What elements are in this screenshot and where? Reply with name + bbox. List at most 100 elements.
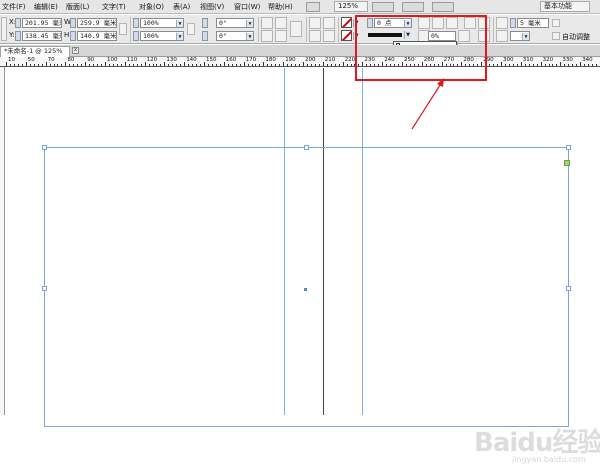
w-stepper[interactable]: [70, 18, 76, 28]
document-tab-bar: *未命名-1 @ 125% x: [0, 45, 600, 57]
ruler-minor-tick: [29, 64, 31, 66]
spacing-field[interactable]: 5 毫米: [517, 18, 549, 28]
height-field[interactable]: 140.9 毫米: [77, 31, 117, 41]
menu-table[interactable]: 表(A): [173, 2, 190, 12]
ruler-minor-tick: [346, 64, 348, 66]
scale-y-value: 100%: [143, 32, 159, 40]
rotate-ccw-icon[interactable]: [275, 17, 287, 29]
select-content-icon[interactable]: [323, 17, 335, 29]
corner-shape-field[interactable]: ▼: [510, 31, 530, 41]
constrain-proportions-icon[interactable]: [119, 23, 127, 35]
auto-fit-checkbox[interactable]: [552, 32, 560, 40]
ruler-minor-tick: [247, 64, 249, 66]
flip-vertical-icon[interactable]: [275, 30, 287, 42]
canvas[interactable]: Baidu经验 jingyan.baidu.com: [6, 68, 600, 464]
rotate-cw-icon[interactable]: [261, 17, 273, 29]
ruler-number: 340: [582, 57, 593, 63]
scale-x-field[interactable]: 100% ▼: [140, 18, 184, 28]
scale-y-field[interactable]: 100% ▼: [140, 31, 184, 41]
corner-options-handle[interactable]: [564, 160, 570, 166]
ruler-minor-tick: [524, 64, 526, 66]
menu-bar: 文件(F) 编辑(E) 版面(L) 文字(T) 对象(O) 表(A) 视图(V)…: [0, 0, 600, 14]
document-tab[interactable]: *未命名-1 @ 125%: [0, 46, 70, 57]
scale-y-stepper[interactable]: [133, 31, 139, 41]
select-next-icon[interactable]: [323, 30, 335, 42]
fill-none-icon[interactable]: [341, 17, 352, 28]
align-spacing-icon[interactable]: [496, 17, 508, 29]
menu-type[interactable]: 文字(T): [102, 2, 126, 12]
scale-x-stepper[interactable]: [133, 18, 139, 28]
chevron-down-icon[interactable]: ▼: [246, 33, 253, 40]
resize-handle[interactable]: [566, 286, 571, 291]
chevron-down-icon[interactable]: ▼: [522, 33, 529, 40]
ruler-minor-tick: [73, 64, 75, 66]
menu-view[interactable]: 视图(V): [200, 2, 224, 12]
constrain-scale-icon[interactable]: [187, 23, 195, 35]
horizontal-ruler[interactable]: 10 50 70 80 90 100 110 120 130 140 150 160 170 180 190…: [0, 57, 600, 67]
vertical-ruler[interactable]: [0, 67, 5, 415]
close-icon[interactable]: x: [72, 47, 79, 54]
ruler-tick: [45, 62, 47, 66]
ruler-minor-tick: [330, 64, 332, 66]
chevron-down-icon[interactable]: ▼: [176, 20, 183, 27]
ruler-minor-tick: [275, 64, 277, 66]
chevron-down-icon[interactable]: ▼: [246, 20, 253, 27]
select-previous-icon[interactable]: [309, 30, 321, 42]
ruler-minor-tick: [152, 64, 154, 66]
view-options-icon[interactable]: [372, 2, 394, 12]
ruler-minor-tick: [61, 64, 63, 66]
ruler-number: 110: [126, 57, 138, 63]
screen-mode-icon[interactable]: [402, 2, 424, 12]
menu-window[interactable]: 窗口(W): [234, 2, 260, 12]
ruler-minor-tick: [267, 64, 269, 66]
selected-frame[interactable]: [44, 147, 569, 427]
menu-layout[interactable]: 版面(L): [66, 2, 89, 12]
h-stepper[interactable]: [70, 31, 76, 41]
rotate-stepper[interactable]: [202, 18, 208, 28]
x-stepper[interactable]: [15, 18, 21, 28]
zoom-level-dropdown[interactable]: 125%: [334, 1, 368, 12]
reference-point-icon[interactable]: [1, 17, 7, 41]
y-position-field[interactable]: 138.45 毫米: [22, 31, 62, 41]
resize-handle[interactable]: [42, 286, 47, 291]
ruler-tick: [580, 62, 582, 66]
ruler-number: 90: [87, 57, 95, 63]
ruler-tick: [303, 62, 304, 66]
shear-stepper[interactable]: [202, 31, 208, 41]
ruler-minor-tick: [516, 64, 518, 66]
ruler-minor-tick: [299, 64, 301, 66]
rotation-field[interactable]: 0° ▼: [216, 18, 254, 28]
ruler-tick: [85, 62, 87, 66]
chevron-down-icon[interactable]: ▼: [176, 33, 183, 40]
ruler-minor-tick: [192, 64, 194, 66]
spacing-stepper[interactable]: [510, 18, 516, 28]
control-panel: X: 201.95 毫米 Y: 138.45 毫米 W: 259.9 毫米 H:…: [0, 15, 600, 44]
workspace-switcher[interactable]: 基本功能: [540, 1, 590, 12]
constrain-icon[interactable]: [552, 19, 560, 27]
ruler-tick: [540, 62, 542, 66]
width-field[interactable]: 259.9 毫米: [77, 18, 117, 28]
shear-field[interactable]: 0° ▼: [216, 31, 254, 41]
ruler-minor-tick: [211, 64, 213, 66]
ruler-minor-tick: [259, 64, 261, 66]
ruler-number: 220: [344, 57, 356, 63]
flip-horizontal-icon[interactable]: [261, 30, 273, 42]
y-stepper[interactable]: [15, 31, 21, 41]
resize-handle[interactable]: [304, 145, 309, 150]
resize-handle[interactable]: [566, 145, 571, 150]
x-position-field[interactable]: 201.95 毫米: [22, 18, 62, 28]
menu-object[interactable]: 对象(O): [139, 2, 164, 12]
corner-options-icon[interactable]: [496, 30, 508, 42]
divider: [306, 17, 307, 42]
menu-edit[interactable]: 编辑(E): [34, 2, 58, 12]
select-container-icon[interactable]: [309, 17, 321, 29]
stroke-none-icon[interactable]: [341, 30, 352, 41]
bridge-icon[interactable]: [306, 2, 320, 12]
menu-help[interactable]: 帮助(H): [268, 2, 293, 12]
resize-handle[interactable]: [42, 145, 47, 150]
arrange-documents-icon[interactable]: [432, 2, 454, 12]
frame-center-point: [304, 288, 307, 291]
ruler-minor-tick: [318, 64, 320, 66]
menu-file[interactable]: 文件(F): [2, 2, 26, 12]
ruler-minor-tick: [227, 64, 229, 66]
